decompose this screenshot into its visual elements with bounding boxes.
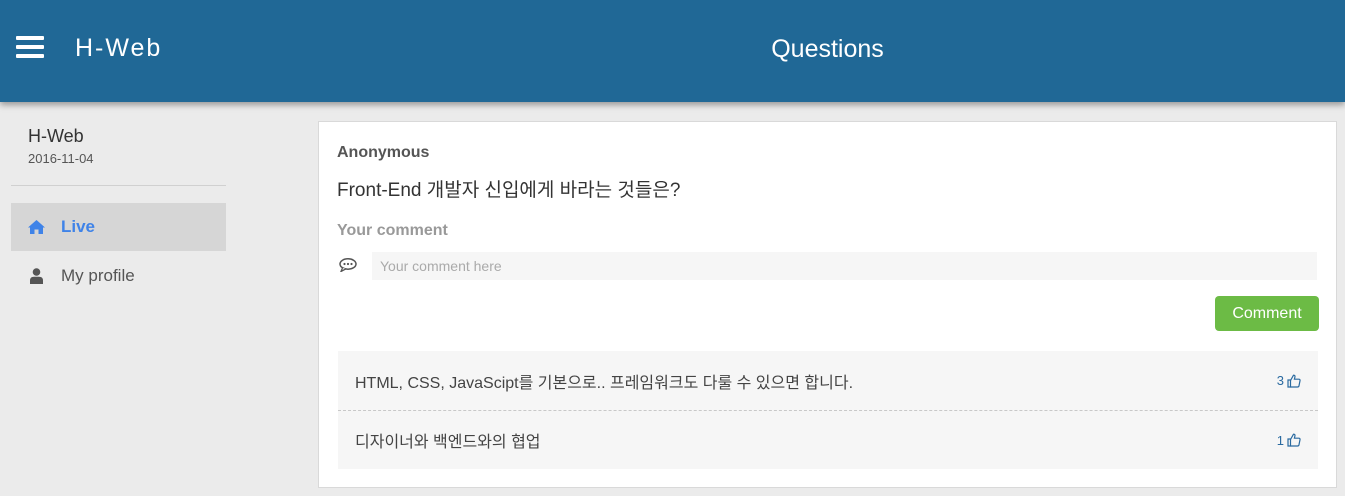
comment-input[interactable] xyxy=(372,252,1317,280)
question-author: Anonymous xyxy=(337,144,430,161)
thumbs-up-icon xyxy=(1287,374,1301,388)
top-app-bar: H-Web Questions xyxy=(0,0,1345,102)
sidebar-item-live[interactable]: Live xyxy=(11,203,226,251)
user-icon xyxy=(11,268,61,284)
sidebar-divider xyxy=(11,185,226,186)
answer-text: 디자이너와 백엔드와의 협업 xyxy=(355,434,541,451)
question-text: Front-End 개발자 신입에게 바라는 것들은? xyxy=(337,180,681,201)
sidebar-user-date: 2016-11-04 xyxy=(28,151,94,166)
page-title: Questions xyxy=(771,35,884,63)
sidebar-item-label: Live xyxy=(61,217,96,236)
answer-text: HTML, CSS, JavaScipt를 기본으로.. 프레임워크도 다룰 수… xyxy=(355,374,854,392)
comment-heading: Your comment xyxy=(337,222,448,239)
answer-row: 디자이너와 백엔드와의 협업 1 xyxy=(338,410,1318,469)
answer-list: HTML, CSS, JavaScipt를 기본으로.. 프레임워크도 다룰 수… xyxy=(338,351,1318,469)
thumbs-up-icon xyxy=(1287,433,1301,447)
sidebar-item-my-profile[interactable]: My profile xyxy=(11,252,226,300)
like-count: 1 xyxy=(1276,432,1284,448)
comment-icon xyxy=(339,258,357,277)
sidebar-item-label: My profile xyxy=(61,266,135,285)
like-button[interactable]: 1 xyxy=(1277,433,1301,448)
sidebar-user-name: H-Web xyxy=(28,126,84,146)
like-count: 3 xyxy=(1276,373,1284,388)
sidebar-user-info: H-Web 2016-11-04 xyxy=(28,126,94,166)
home-icon xyxy=(11,220,61,234)
sidebar: H-Web 2016-11-04 Live My profile xyxy=(0,102,237,496)
like-button[interactable]: 3 xyxy=(1277,373,1301,388)
answer-row: HTML, CSS, JavaScipt를 기본으로.. 프레임워크도 다룰 수… xyxy=(338,351,1318,410)
comment-button[interactable]: Comment xyxy=(1215,296,1319,331)
question-card: Anonymous Front-End 개발자 신입에게 바라는 것들은? Yo… xyxy=(318,121,1337,488)
